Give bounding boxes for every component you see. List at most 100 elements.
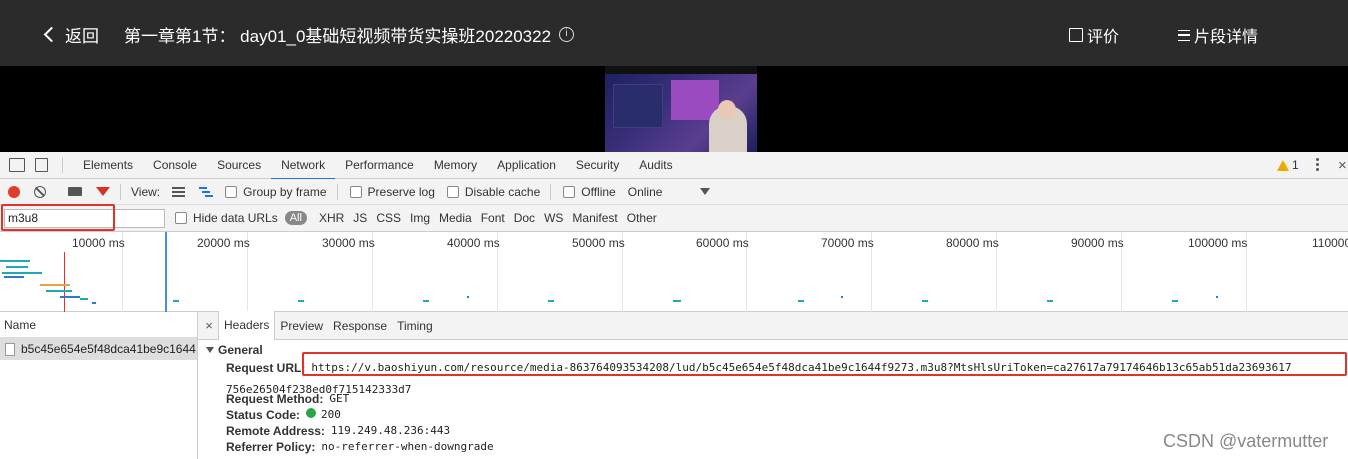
rate-button[interactable]: 评价 bbox=[1069, 23, 1119, 47]
timeline-label: 70000 ms bbox=[821, 236, 874, 250]
tab-response[interactable]: Response bbox=[328, 312, 392, 340]
throttling-select[interactable]: Online bbox=[628, 185, 663, 199]
checkbox-box bbox=[349, 185, 362, 198]
lesson-title: 第一章第1节： day01_0基础短视频带货实操班20220322 i bbox=[124, 22, 575, 47]
record-icon[interactable] bbox=[8, 185, 20, 198]
filter-bar: Hide data URLs All XHR JS CSS Img Media … bbox=[0, 205, 1348, 232]
tab-elements[interactable]: Elements bbox=[73, 152, 143, 179]
remote-address-row: Remote Address: 119.249.48.236:443 bbox=[226, 424, 450, 438]
document-icon bbox=[5, 342, 15, 356]
divider bbox=[550, 183, 552, 200]
timeline-label: 60000 ms bbox=[696, 236, 749, 250]
timeline-label: 20000 ms bbox=[197, 236, 250, 250]
chevron-down-icon[interactable] bbox=[700, 188, 711, 195]
timeline-label: 30000 ms bbox=[322, 236, 375, 250]
tab-security[interactable]: Security bbox=[566, 152, 629, 179]
filter-type-manifest[interactable]: Manifest bbox=[572, 211, 617, 225]
filter-type-all[interactable]: All bbox=[284, 211, 307, 225]
network-overview-timeline[interactable]: 10000 ms 20000 ms 30000 ms 40000 ms 5000… bbox=[0, 232, 1348, 312]
tab-memory[interactable]: Memory bbox=[424, 152, 487, 179]
rate-label: 评价 bbox=[1087, 29, 1120, 46]
request-method-key: Request Method: bbox=[226, 392, 324, 406]
tab-timing[interactable]: Timing bbox=[392, 312, 438, 340]
back-button[interactable]: 返回 bbox=[43, 22, 99, 47]
divider bbox=[336, 183, 338, 200]
load-marker bbox=[64, 252, 65, 312]
tab-network[interactable]: Network bbox=[271, 152, 336, 180]
request-url-row: Request URL: https://v.baoshiyun.com/res… bbox=[226, 361, 1291, 375]
remote-address-key: Remote Address: bbox=[226, 424, 325, 438]
filter-icon[interactable] bbox=[96, 187, 110, 196]
devtools-tab-bar: Elements Console Sources Network Perform… bbox=[0, 152, 1348, 180]
filter-type-other[interactable]: Other bbox=[627, 211, 657, 225]
tab-console[interactable]: Console bbox=[143, 152, 207, 179]
offline-label: Offline bbox=[581, 184, 616, 199]
tab-preview[interactable]: Preview bbox=[275, 312, 328, 340]
request-method-row: Request Method: GET bbox=[226, 392, 349, 406]
filter-type-js[interactable]: JS bbox=[353, 211, 367, 225]
checkbox-box bbox=[446, 185, 459, 198]
status-code-row: Status Code: 200 bbox=[226, 408, 341, 422]
disable-cache-label: Disable cache bbox=[464, 184, 541, 199]
general-section-toggle[interactable]: General bbox=[206, 343, 263, 357]
status-code-key: Status Code: bbox=[226, 408, 301, 422]
large-rows-icon[interactable] bbox=[172, 186, 186, 197]
tab-application[interactable]: Application bbox=[487, 152, 566, 179]
timeline-label: 90000 ms bbox=[1071, 236, 1124, 250]
lesson-title-text: 第一章第1节： day01_0基础短视频带货实操班20220322 bbox=[124, 27, 552, 46]
video-frame-slide bbox=[613, 84, 663, 128]
waterfall-overview-icon[interactable] bbox=[199, 186, 214, 197]
filter-type-img[interactable]: Img bbox=[410, 211, 430, 225]
warning-icon bbox=[1277, 159, 1289, 171]
filter-type-xhr[interactable]: XHR bbox=[319, 211, 344, 225]
video-frame bbox=[605, 66, 757, 152]
checkbox-box bbox=[225, 185, 238, 198]
inspect-element-icon[interactable] bbox=[9, 158, 25, 172]
segment-details-button[interactable]: 片段详情 bbox=[1178, 23, 1258, 47]
warnings-counter[interactable]: 1 bbox=[1277, 158, 1299, 172]
divider bbox=[120, 183, 121, 200]
close-devtools-icon[interactable]: × bbox=[1338, 157, 1347, 174]
referrer-policy-key: Referrer Policy: bbox=[226, 440, 316, 454]
tab-performance[interactable]: Performance bbox=[335, 152, 424, 179]
clear-icon[interactable] bbox=[34, 185, 46, 198]
timeline-label: 50000 ms bbox=[572, 236, 625, 250]
tab-sources[interactable]: Sources bbox=[207, 152, 271, 179]
timeline-label: 110000 bbox=[1312, 236, 1348, 250]
more-options-icon[interactable] bbox=[1316, 158, 1320, 172]
device-toolbar-icon[interactable] bbox=[35, 158, 48, 172]
request-url-value[interactable]: https://v.baoshiyun.com/resource/media-8… bbox=[311, 361, 1291, 375]
hide-data-urls-label: Hide data URLs bbox=[193, 211, 278, 225]
request-row[interactable]: b5c45e654e5f48dca41be9c1644... bbox=[0, 338, 197, 360]
dom-content-loaded-marker bbox=[165, 232, 167, 312]
filter-type-ws[interactable]: WS bbox=[544, 211, 563, 225]
disable-cache-checkbox[interactable]: Disable cache bbox=[446, 184, 541, 199]
checkbox-box bbox=[175, 212, 187, 224]
name-column-header[interactable]: Name bbox=[0, 312, 197, 338]
filter-type-media[interactable]: Media bbox=[439, 211, 472, 225]
request-name: b5c45e654e5f48dca41be9c1644... bbox=[21, 342, 197, 356]
filter-type-css[interactable]: CSS bbox=[376, 211, 401, 225]
filter-input[interactable] bbox=[4, 208, 165, 228]
tab-headers[interactable]: Headers bbox=[218, 311, 276, 340]
divider bbox=[62, 157, 63, 173]
request-list: Name b5c45e654e5f48dca41be9c1644... bbox=[0, 312, 198, 459]
filter-type-doc[interactable]: Doc bbox=[514, 211, 535, 225]
group-by-frame-checkbox[interactable]: Group by frame bbox=[225, 185, 327, 199]
tab-audits[interactable]: Audits bbox=[629, 152, 682, 179]
segment-details-label: 片段详情 bbox=[1194, 29, 1259, 46]
hide-data-urls-checkbox[interactable]: Hide data URLs bbox=[175, 211, 278, 225]
screenshot-camera-icon[interactable] bbox=[68, 187, 82, 196]
chevron-left-icon bbox=[43, 26, 60, 43]
close-icon[interactable]: × bbox=[200, 318, 218, 333]
referrer-policy-row: Referrer Policy: no-referrer-when-downgr… bbox=[226, 440, 494, 454]
info-icon[interactable]: i bbox=[559, 27, 575, 42]
status-code-value: 200 bbox=[321, 408, 341, 421]
filter-type-font[interactable]: Font bbox=[481, 211, 505, 225]
warning-count: 1 bbox=[1292, 158, 1299, 172]
triangle-down-icon bbox=[206, 347, 214, 353]
video-player[interactable] bbox=[0, 66, 1348, 152]
view-label: View: bbox=[131, 184, 161, 199]
offline-checkbox[interactable]: Offline bbox=[563, 184, 616, 199]
preserve-log-checkbox[interactable]: Preserve log bbox=[349, 185, 435, 199]
